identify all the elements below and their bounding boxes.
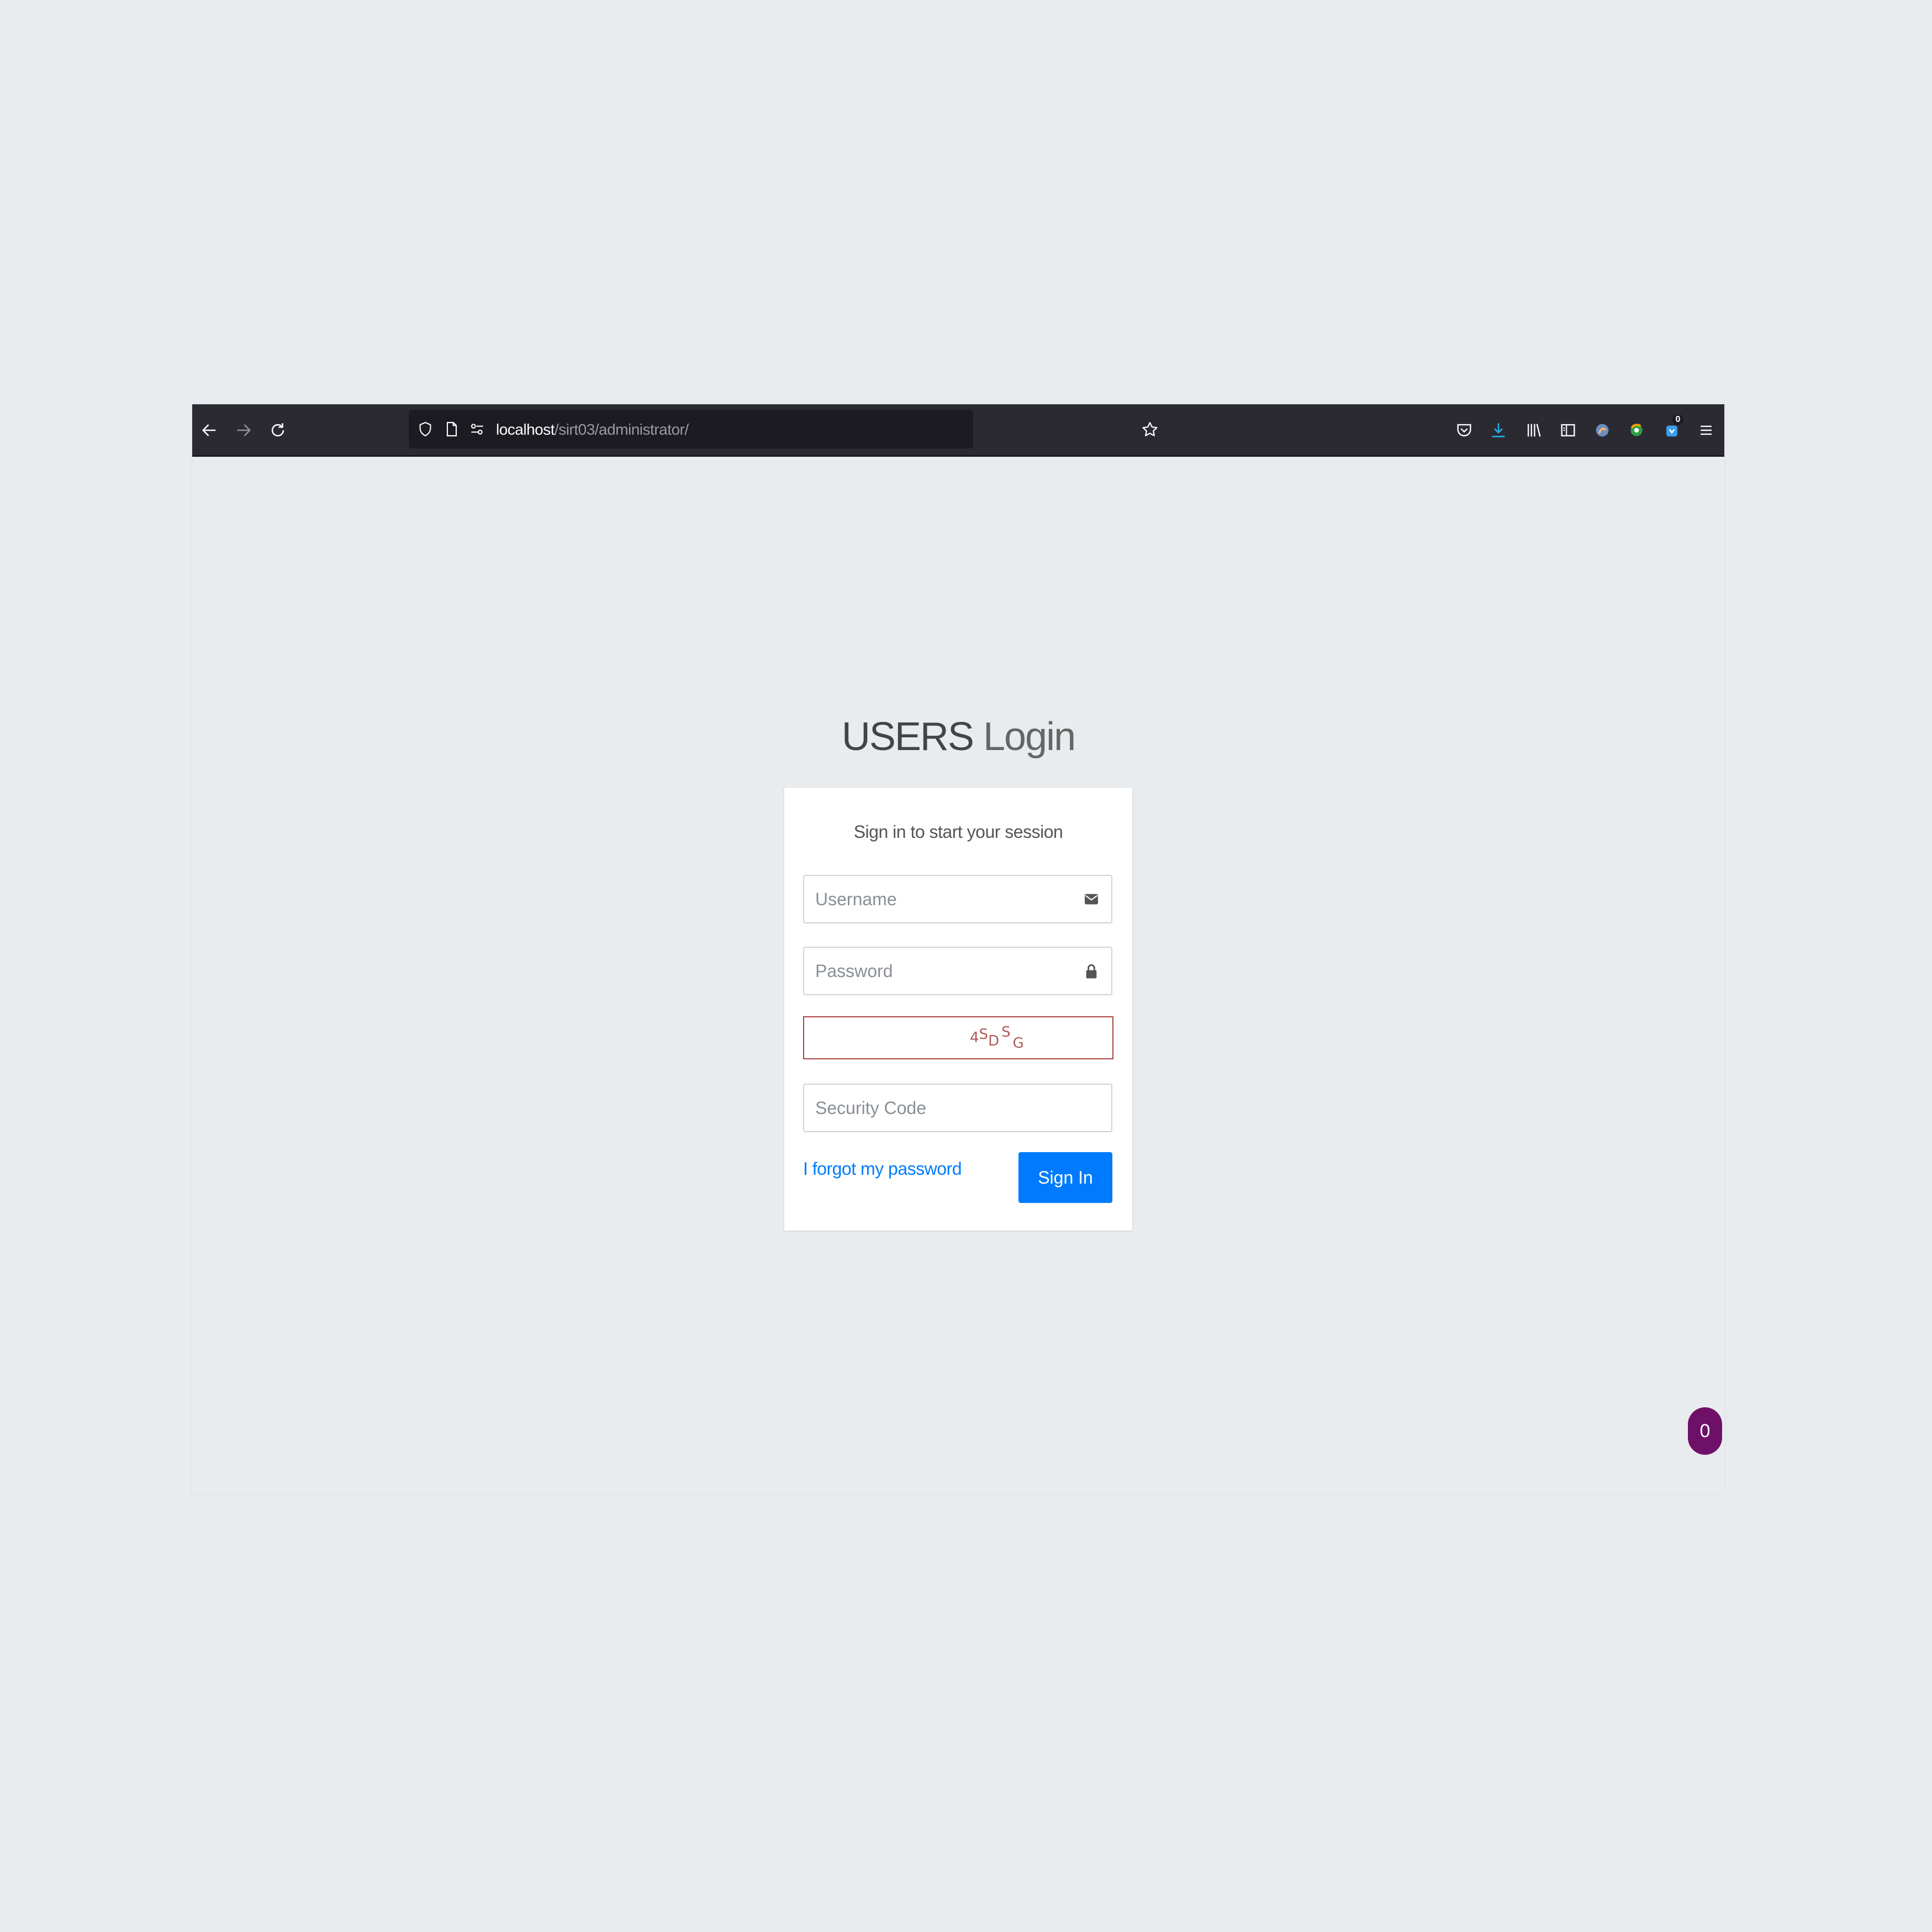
menu-icon[interactable] xyxy=(1692,416,1720,444)
security-code-field[interactable] xyxy=(803,1084,1112,1132)
url-host: localhost xyxy=(496,421,555,438)
login-title-light: Login xyxy=(983,715,1076,759)
password-field[interactable] xyxy=(803,947,1112,995)
extension-badge: 0 xyxy=(1672,414,1683,425)
back-arrow-icon[interactable] xyxy=(196,416,223,444)
reload-icon[interactable] xyxy=(264,416,292,444)
username-field[interactable] xyxy=(803,875,1112,923)
extension-icon[interactable] xyxy=(1588,416,1616,444)
page-icon[interactable] xyxy=(442,419,462,439)
floating-counter-badge[interactable]: 0 xyxy=(1688,1407,1722,1455)
forward-arrow-icon[interactable] xyxy=(230,416,257,444)
captcha-text: 4SDSG xyxy=(970,1024,1024,1055)
url-text[interactable]: localhost/sirt03/administrator/ xyxy=(496,420,689,440)
extension-icon[interactable] xyxy=(1623,416,1650,444)
login-title-bold: USERS xyxy=(841,715,974,759)
login-message: Sign in to start your session xyxy=(853,822,1063,842)
password-input[interactable] xyxy=(804,948,1069,994)
shield-icon[interactable] xyxy=(415,419,435,439)
sidebar-icon[interactable] xyxy=(1554,416,1582,444)
captcha-image: 4SDSG xyxy=(803,1016,1113,1059)
login-title: USERS Login xyxy=(192,710,1724,763)
lock-icon xyxy=(1081,961,1101,981)
permissions-icon[interactable] xyxy=(467,419,487,439)
pocket-icon[interactable] xyxy=(1450,416,1478,444)
url-bar[interactable]: localhost/sirt03/administrator/ xyxy=(409,410,973,448)
username-input[interactable] xyxy=(804,876,1069,922)
captcha-char: D xyxy=(988,1033,1000,1049)
envelope-icon xyxy=(1081,889,1101,909)
login-card: Sign in to start your session 4SDSG I fo… xyxy=(784,788,1132,1231)
library-icon[interactable] xyxy=(1520,416,1548,444)
captcha-char: S xyxy=(1001,1024,1011,1041)
browser-window: localhost/sirt03/administrator/ 0 USERS … xyxy=(192,404,1724,1493)
extension-icon[interactable]: 0 xyxy=(1658,414,1686,444)
forgot-password-link[interactable]: I forgot my password xyxy=(803,1157,962,1181)
url-path: /sirt03/administrator/ xyxy=(555,421,689,438)
download-icon[interactable] xyxy=(1485,416,1512,444)
captcha-char: S xyxy=(979,1026,989,1043)
security-code-input[interactable] xyxy=(804,1085,1111,1131)
captcha-char: 4 xyxy=(970,1030,979,1046)
captcha-char: G xyxy=(1012,1035,1024,1052)
bookmark-star-icon[interactable] xyxy=(1138,418,1162,442)
browser-toolbar: localhost/sirt03/administrator/ 0 xyxy=(192,404,1724,457)
sign-in-button[interactable]: Sign In xyxy=(1018,1152,1112,1203)
